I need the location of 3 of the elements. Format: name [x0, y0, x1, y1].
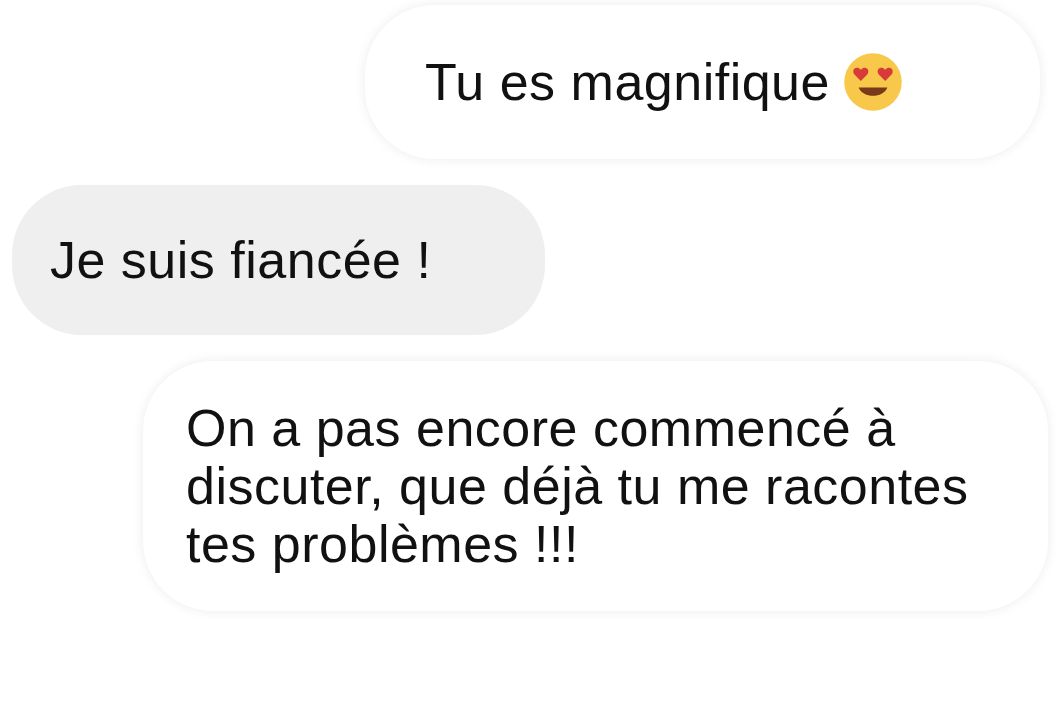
message-text: Tu es magnifique	[425, 53, 830, 111]
message-text: On a pas encore commencé à discuter, que déjà tu me racontes tes problèmes !!!	[186, 399, 970, 573]
message-text: Je suis fiancée !	[50, 231, 432, 289]
